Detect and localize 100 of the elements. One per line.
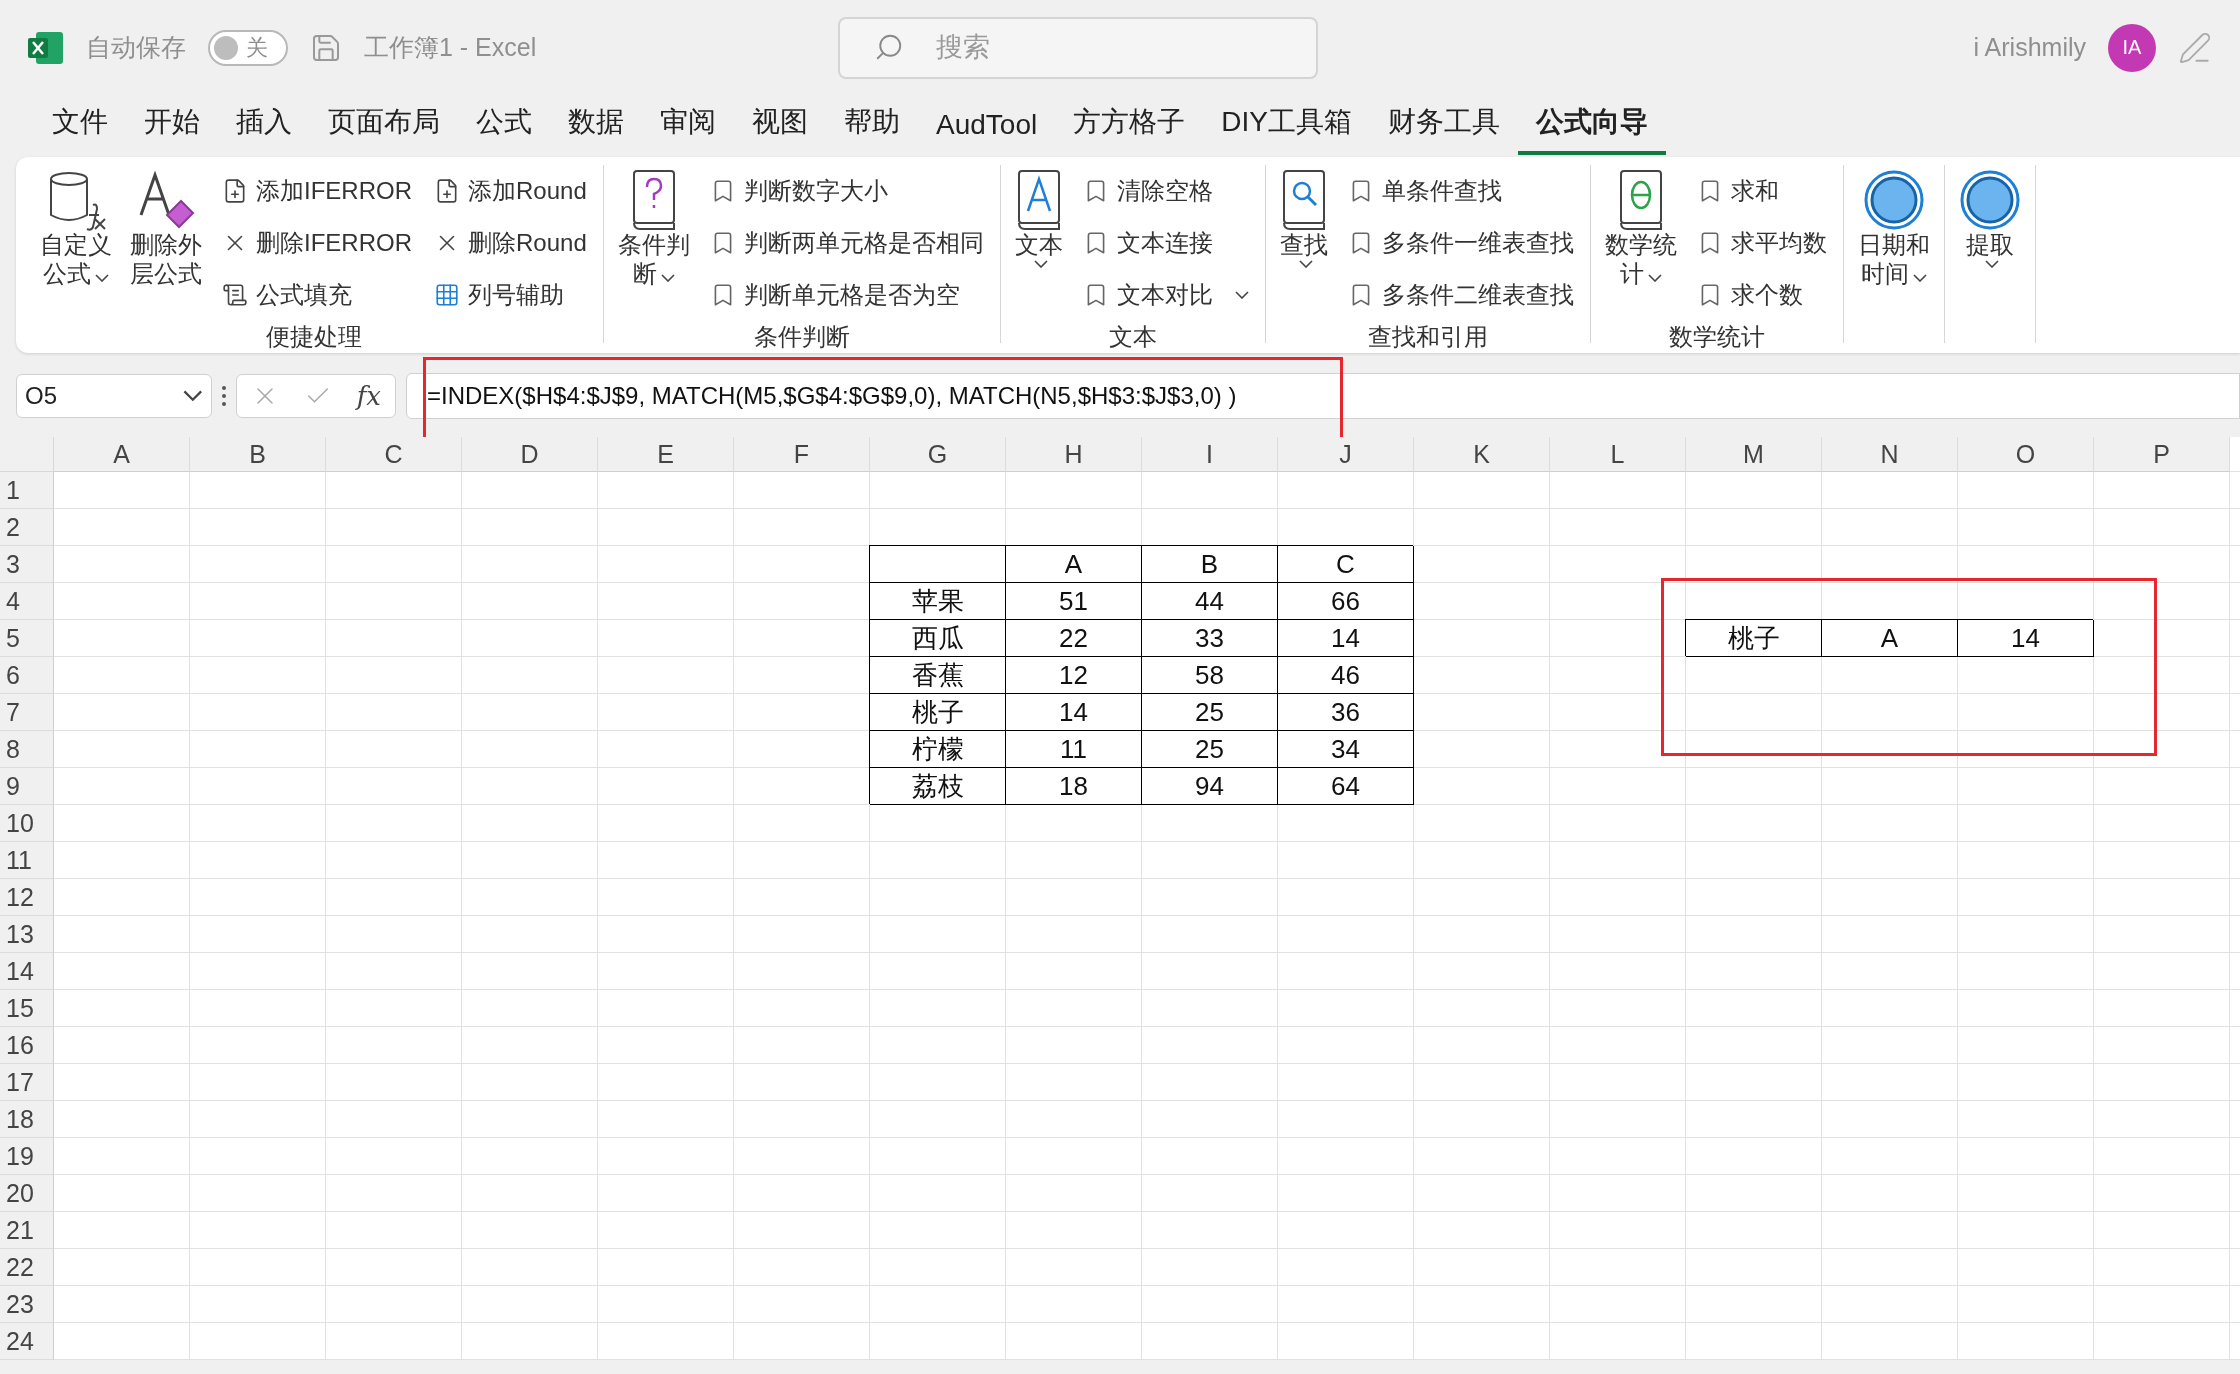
row-header[interactable]: 12 bbox=[0, 879, 54, 916]
table-cell: 香蕉 bbox=[870, 657, 1006, 694]
row-header[interactable]: 14 bbox=[0, 953, 54, 990]
row-header[interactable]: 3 bbox=[0, 546, 54, 583]
row-header[interactable]: 15 bbox=[0, 990, 54, 1027]
ribbon-button[interactable]: 求平均数 bbox=[1692, 217, 1831, 269]
ribbon-button[interactable]: 求和 bbox=[1692, 165, 1831, 217]
ribbon-large-button[interactable]: 删除外 层公式 bbox=[128, 165, 204, 321]
ribbon-large-button[interactable]: 数学统 计 bbox=[1602, 165, 1679, 321]
column-header[interactable]: L bbox=[1550, 437, 1686, 472]
name-box[interactable]: O5 bbox=[16, 374, 212, 418]
column-header[interactable]: J bbox=[1278, 437, 1414, 472]
row-header[interactable]: 24 bbox=[0, 1323, 54, 1360]
row-header[interactable]: 23 bbox=[0, 1286, 54, 1323]
row-header[interactable]: 6 bbox=[0, 657, 54, 694]
row-header[interactable]: 8 bbox=[0, 731, 54, 768]
ribbon-tab[interactable]: 文件 bbox=[34, 103, 126, 155]
ribbon-button[interactable]: 单条件查找 bbox=[1343, 165, 1578, 217]
row-header[interactable]: 7 bbox=[0, 694, 54, 731]
table-cell: 11 bbox=[1006, 731, 1142, 768]
column-header[interactable]: I bbox=[1142, 437, 1278, 472]
row-header[interactable]: 21 bbox=[0, 1212, 54, 1249]
row-header[interactable]: 10 bbox=[0, 805, 54, 842]
insert-function-button[interactable]: fx bbox=[356, 381, 381, 411]
column-header[interactable]: G bbox=[870, 437, 1006, 472]
ribbon-button[interactable]: 添加IFERROR bbox=[218, 165, 416, 217]
table-cell: 14 bbox=[1958, 620, 2094, 657]
row-header[interactable]: 22 bbox=[0, 1249, 54, 1286]
ribbon-tab[interactable]: 公式 bbox=[458, 103, 550, 155]
ribbon-button[interactable]: 判断单元格是否为空 bbox=[705, 269, 988, 321]
column-header[interactable]: P bbox=[2094, 437, 2230, 472]
row-header[interactable]: 17 bbox=[0, 1064, 54, 1101]
ribbon-button[interactable]: 添加Round bbox=[430, 165, 591, 217]
ribbon-button[interactable]: 判断两单元格是否相同 bbox=[705, 217, 988, 269]
column-header[interactable]: C bbox=[326, 437, 462, 472]
search-field[interactable]: 搜索 bbox=[838, 16, 1319, 79]
ribbon-tab[interactable]: 帮助 bbox=[826, 103, 918, 155]
row-header[interactable]: 16 bbox=[0, 1027, 54, 1064]
ribbon-large-button[interactable]: 提取 bbox=[1956, 165, 2023, 305]
magnifier-book-icon bbox=[1280, 169, 1327, 231]
ribbon-tab[interactable]: DIY工具箱 bbox=[1203, 103, 1370, 155]
ribbon-large-button[interactable]: 自定义 公式 bbox=[38, 165, 114, 321]
row-header[interactable]: 18 bbox=[0, 1101, 54, 1138]
ribbon-button[interactable]: 文本连接 bbox=[1078, 217, 1253, 269]
column-header[interactable]: O bbox=[1958, 437, 2094, 472]
column-header[interactable]: K bbox=[1414, 437, 1550, 472]
ribbon-large-button[interactable]: 条件判 断 bbox=[615, 165, 692, 321]
select-all-corner[interactable] bbox=[0, 437, 54, 472]
ribbon-tab[interactable]: 审阅 bbox=[642, 103, 734, 155]
ribbon-tab[interactable]: 视图 bbox=[734, 103, 826, 155]
table-cell: 66 bbox=[1278, 583, 1414, 620]
formula-field[interactable]: =INDEX($H$4:$J$9, MATCH(M5,$G$4:$G$9,0), MATCH(N5,$H$3:$J$3,0) ) bbox=[406, 373, 2240, 419]
column-header[interactable]: E bbox=[598, 437, 734, 472]
row-header[interactable]: 20 bbox=[0, 1175, 54, 1212]
table-cell: 94 bbox=[1142, 768, 1278, 805]
column-header[interactable]: H bbox=[1006, 437, 1142, 472]
excel-logo-icon bbox=[28, 30, 64, 65]
table-cell: 14 bbox=[1278, 620, 1414, 657]
ribbon-button[interactable]: 求个数 bbox=[1692, 269, 1831, 321]
ribbon-tab[interactable]: 页面布局 bbox=[310, 103, 458, 155]
caret-icon bbox=[1298, 259, 1313, 268]
ribbon-button[interactable]: 公式填充 bbox=[218, 269, 416, 321]
ribbon-tab[interactable]: 方方格子 bbox=[1055, 103, 1204, 155]
ribbon-button[interactable]: 清除空格 bbox=[1078, 165, 1253, 217]
circle-icon bbox=[1958, 169, 2021, 231]
ribbon-button[interactable]: 列号辅助 bbox=[430, 269, 591, 321]
column-header[interactable]: B bbox=[190, 437, 326, 472]
table-cell: 46 bbox=[1278, 657, 1414, 694]
row-header[interactable]: 1 bbox=[0, 472, 54, 509]
column-header[interactable]: N bbox=[1822, 437, 1958, 472]
ribbon-tab[interactable]: 开始 bbox=[126, 103, 218, 155]
column-header[interactable]: M bbox=[1686, 437, 1822, 472]
ribbon-button[interactable]: 删除IFERROR bbox=[218, 217, 416, 269]
ribbon-button[interactable]: 判断数字大小 bbox=[705, 165, 988, 217]
ribbon-tab[interactable]: 财务工具 bbox=[1369, 103, 1518, 155]
ribbon-button[interactable]: 文本对比 bbox=[1078, 269, 1253, 321]
ribbon-large-button[interactable]: 文本 bbox=[1012, 165, 1065, 321]
row-header[interactable]: 4 bbox=[0, 583, 54, 620]
column-header[interactable]: F bbox=[734, 437, 870, 472]
column-header[interactable]: A bbox=[54, 437, 190, 472]
row-header[interactable]: 5 bbox=[0, 620, 54, 657]
table-cell: B bbox=[1142, 546, 1278, 583]
ribbon-button[interactable]: 多条件一维表查找 bbox=[1343, 217, 1578, 269]
user-avatar[interactable]: IA bbox=[2108, 23, 2156, 72]
caret-icon bbox=[95, 273, 109, 282]
ribbon-large-button[interactable]: 日期和 时间 bbox=[1855, 165, 1932, 305]
row-header[interactable]: 19 bbox=[0, 1138, 54, 1175]
ribbon-button[interactable]: 删除Round bbox=[430, 217, 591, 269]
theta-book-icon bbox=[1617, 169, 1664, 231]
row-header[interactable]: 9 bbox=[0, 768, 54, 805]
ribbon-tab[interactable]: AudTool bbox=[918, 109, 1056, 155]
ribbon-large-button[interactable]: 查找 bbox=[1277, 165, 1330, 321]
ribbon-button[interactable]: 多条件二维表查找 bbox=[1343, 269, 1578, 321]
ribbon-tab[interactable]: 数据 bbox=[550, 103, 642, 155]
column-header[interactable]: D bbox=[462, 437, 598, 472]
ribbon-tab[interactable]: 插入 bbox=[218, 103, 310, 155]
row-header[interactable]: 13 bbox=[0, 916, 54, 953]
row-header[interactable]: 11 bbox=[0, 842, 54, 879]
row-header[interactable]: 2 bbox=[0, 509, 54, 546]
caret-icon bbox=[660, 273, 675, 282]
